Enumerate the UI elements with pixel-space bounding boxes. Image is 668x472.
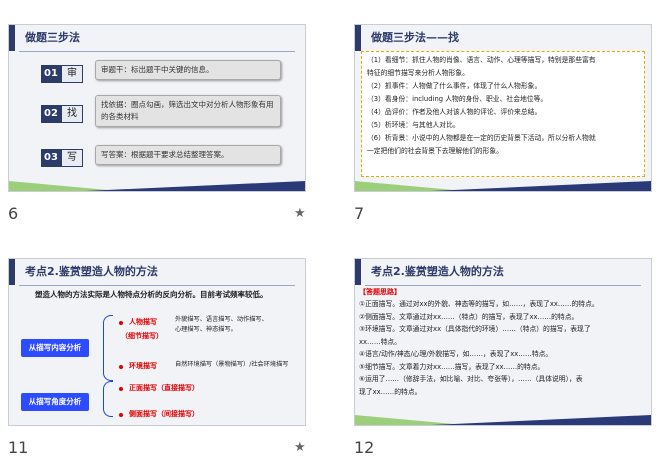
title-underline (19, 285, 295, 286)
answer-line: ⑥运用了……（修辞手法，如比喻、对比、夸张等），……（具体说明），表 (359, 375, 583, 383)
content-analysis-label: 从描写内容分析 (21, 339, 89, 357)
step-number: 02 (41, 105, 61, 123)
answer-line: ③环境描写。文章通过对xx（具体指代的环境）……（特点）的描写，表现了 (359, 325, 591, 333)
footer-green-wedge (9, 181, 119, 191)
brace-upper (103, 315, 113, 381)
step-box-03: 写答案：根据题干要求总结整理答案。 (95, 145, 281, 165)
slide-number-12: 12 (354, 438, 375, 457)
slide-title: 考点2.鉴赏塑造人物的方法 (25, 265, 158, 278)
slide-number-6: 6 (8, 204, 19, 223)
footer-green-wedge (355, 415, 465, 425)
footer-navy-wedge (85, 181, 305, 191)
bullet-icon (119, 365, 123, 369)
step-key: 找 (61, 105, 83, 123)
answer-line: 现了xx……的特点。 (359, 387, 422, 396)
item-label: 环境描写 (129, 362, 157, 370)
step-02: 02 找 (41, 105, 85, 123)
item-detail: 自然环境描写（景物描写）/社会环境描写 (175, 361, 289, 368)
brace-lower (103, 381, 113, 417)
item-detail-2: 心理描写、神态描写。 (175, 326, 237, 333)
slide-title: 做题三步法 (25, 31, 80, 44)
angle-analysis-label: 从描写角度分析 (21, 393, 89, 411)
footer-navy-wedge (431, 415, 651, 425)
step-number: 01 (41, 65, 61, 83)
bullet-icon (119, 413, 123, 417)
method-line: 一定把他们的社会背景下去理解他们的形象。 (367, 147, 503, 155)
answer-heading: 【答题思路】 (359, 288, 401, 296)
item-sub: （细节描写） (121, 332, 163, 340)
step-key: 审 (61, 65, 83, 83)
slide-thumbnail-12[interactable]: 考点2.鉴赏塑造人物的方法 【答题思路】 ①正面描写。通过对xx的外貌、神态等的… (354, 258, 652, 426)
method-line: （4）品评价：作者及他人对该人物的评论、评价来总结。 (367, 108, 542, 116)
title-underline (365, 285, 641, 286)
item-label: 正面描写（直接描写） (129, 384, 199, 392)
method-line: （3）看身份：including 人物的身份、职业、社会地位等。 (367, 95, 548, 103)
answer-guide: 【答题思路】 ①正面描写。通过对xx的外貌、神态等的描写，如……，表现了xx……… (359, 287, 649, 398)
method-line: （5）析环境：与其他人对比。 (367, 121, 460, 129)
slide-number-7: 7 (354, 204, 365, 223)
method-line: （2）抓事件：人物做了什么事件，体现了什么人物形象。 (367, 82, 542, 90)
star-icon[interactable]: ★ (294, 206, 306, 221)
lead-text: 塑造人物的方法实际是人物特点分析的反向分析。目前考试频率较低。 (35, 290, 268, 299)
item-label: 侧面描写（间接描写） (129, 410, 199, 418)
method-line: 特征的细节描写来分析人物形象。 (367, 69, 469, 77)
step-number: 03 (41, 149, 61, 167)
step-box-02: 找依据：圈点勾画，筛选出文中对分析人物形象有用的各类材料 (95, 95, 281, 127)
method-line: （6）析背景：小说中的人物都是在一定的历史背景下活动，所以分析人物就 (367, 134, 596, 142)
method-list-box: （1）看细节：抓住人物的肖像、语言、动作、心理等描写，特别是那些富有 特征的细节… (361, 51, 645, 177)
slide-thumbnail-6[interactable]: 做题三步法 01 审 审题干：标出题干中关键的信息。 02 找 找依据：圈点勾画… (8, 24, 306, 192)
slide-title: 考点2.鉴赏塑造人物的方法 (371, 265, 504, 278)
step-03: 03 写 (41, 149, 85, 167)
answer-line: ④语言/动作/神态/心理/外貌描写，如……，表现了xx……特点。 (359, 350, 553, 358)
bullet-icon (119, 321, 123, 325)
slide-title: 做题三步法——找 (371, 31, 459, 44)
item-detail: 外貌描写、语言描写、动作描写、 (175, 316, 268, 323)
step-key: 写 (61, 149, 83, 167)
star-icon[interactable]: ★ (294, 440, 306, 455)
slide-thumbnail-11[interactable]: 考点2.鉴赏塑造人物的方法 塑造人物的方法实际是人物特点分析的反向分析。目前考试… (8, 258, 306, 426)
title-underline (19, 51, 295, 52)
answer-line: ①正面描写。通过对xx的外貌、神态等的描写，如……，表现了xx……的特点。 (359, 300, 599, 308)
answer-line: xx……特点。 (359, 337, 402, 346)
answer-line: ②侧面描写。文章通过对xx……（特点）的描写，表现了xx……的特点。 (359, 312, 579, 321)
slide-number-11: 11 (8, 438, 29, 457)
slide-sorter-grid: 做题三步法 01 审 审题干：标出题干中关键的信息。 02 找 找依据：圈点勾画… (0, 0, 668, 472)
footer-navy-wedge (431, 181, 651, 191)
method-line: （1）看细节：抓住人物的肖像、语言、动作、心理等描写，特别是那些富有 (367, 56, 596, 64)
footer-green-wedge (355, 181, 465, 191)
bullet-icon (119, 387, 123, 391)
step-box-01: 审题干：标出题干中关键的信息。 (95, 60, 281, 80)
slide-thumbnail-7[interactable]: 做题三步法——找 （1）看细节：抓住人物的肖像、语言、动作、心理等描写，特别是那… (354, 24, 652, 192)
item-label: 人物描写 (129, 318, 157, 326)
answer-line: ⑤细节描写。文章着力对xx……描写，表现了xx……的特点。 (359, 362, 545, 371)
step-01: 01 审 (41, 65, 85, 83)
